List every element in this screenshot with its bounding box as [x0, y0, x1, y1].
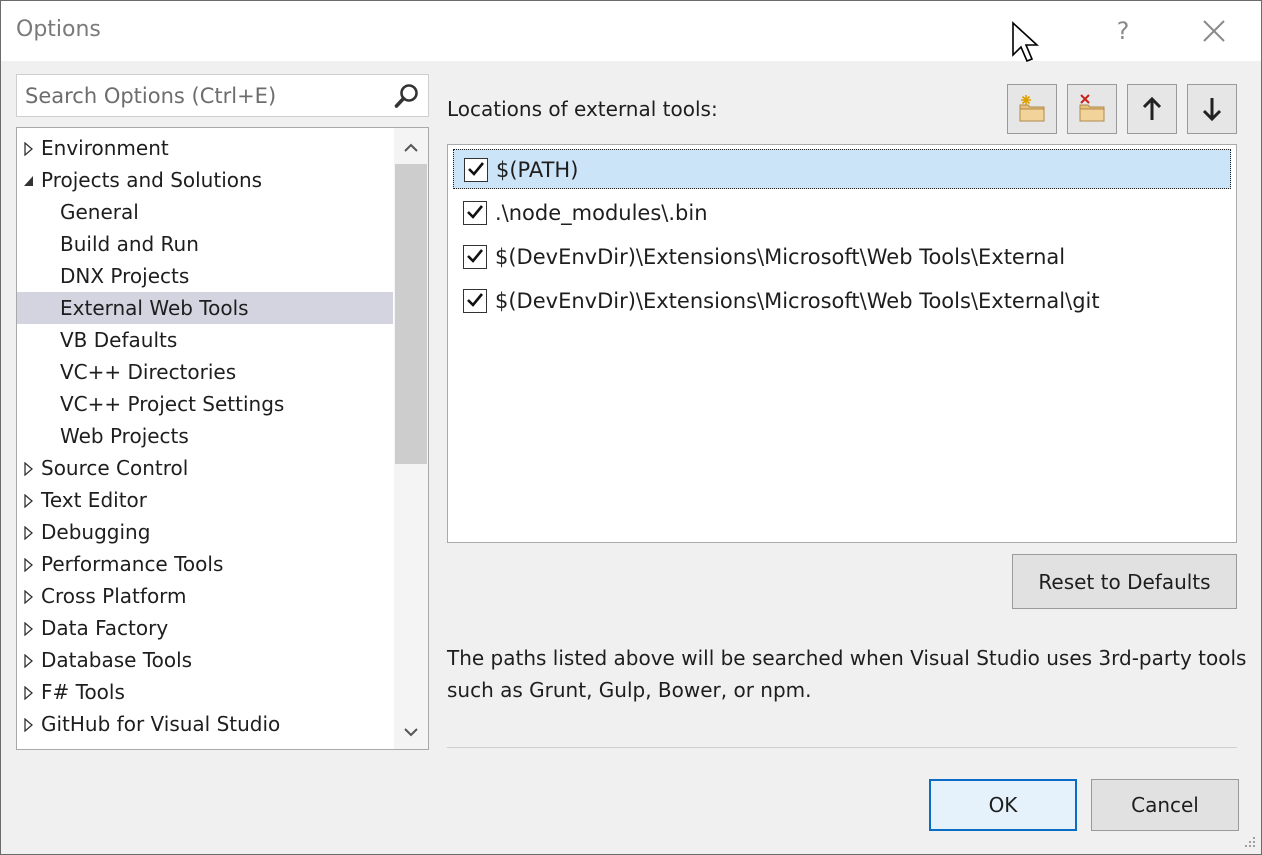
path-row[interactable]: $(DevEnvDir)\Extensions\Microsoft\Web To…	[453, 237, 1231, 277]
expand-arrow-icon[interactable]	[23, 142, 35, 156]
title-bar: Options ?	[1, 1, 1261, 63]
tree-item-label: Environment	[41, 136, 169, 160]
expand-arrow-icon[interactable]	[23, 590, 35, 604]
divider	[447, 747, 1237, 748]
close-icon	[1203, 20, 1225, 42]
scroll-thumb[interactable]	[395, 164, 427, 464]
checkmark-icon	[468, 162, 485, 176]
tree-item-label: General	[60, 200, 139, 224]
move-up-button[interactable]	[1127, 84, 1177, 134]
path-row[interactable]: $(DevEnvDir)\Extensions\Microsoft\Web To…	[453, 281, 1231, 321]
tree-item[interactable]: Projects and Solutions	[17, 164, 393, 196]
tree-item-label: VC++ Directories	[60, 360, 237, 384]
checkmark-icon	[467, 293, 484, 307]
tree-item[interactable]: Text Editor	[17, 484, 393, 516]
tree-item-label: Build and Run	[60, 232, 199, 256]
tree-item-label: VC++ Project Settings	[60, 392, 285, 416]
move-down-icon	[1202, 98, 1222, 122]
path-checkbox[interactable]	[463, 201, 487, 225]
tree-item[interactable]: Performance Tools	[17, 548, 393, 580]
tree-item[interactable]: Web Projects	[17, 420, 393, 452]
tree-item[interactable]: Data Factory	[17, 612, 393, 644]
move-up-icon	[1142, 96, 1162, 120]
tree-item[interactable]: Cross Platform	[17, 580, 393, 612]
tree-item[interactable]: External Web Tools	[17, 292, 393, 324]
ok-button[interactable]: OK	[929, 779, 1077, 831]
tree-item-label: Performance Tools	[41, 552, 224, 576]
tree-item[interactable]: GitHub for Visual Studio	[17, 708, 393, 740]
tree-item[interactable]: Debugging	[17, 516, 393, 548]
tree-item-label: Data Factory	[41, 616, 169, 640]
help-button[interactable]: ?	[1103, 9, 1143, 53]
collapse-arrow-icon[interactable]	[23, 174, 35, 188]
paths-list[interactable]: $(PATH) .\node_modules\.bin $(DevEnvDir)\E…	[447, 144, 1237, 543]
help-icon: ?	[1116, 17, 1130, 45]
locations-label: Locations of external tools:	[447, 97, 718, 121]
tree-item[interactable]: VC++ Project Settings	[17, 388, 393, 420]
path-text: $(DevEnvDir)\Extensions\Microsoft\Web To…	[495, 289, 1100, 313]
tree-item-label: Cross Platform	[41, 584, 187, 608]
tree-item-label: VB Defaults	[60, 328, 178, 352]
move-down-button[interactable]	[1187, 84, 1237, 134]
tree-item-label: Projects and Solutions	[41, 168, 263, 192]
scroll-down-button[interactable]	[394, 716, 428, 749]
tree-item-label: DNX Projects	[60, 264, 190, 288]
expand-arrow-icon[interactable]	[23, 718, 35, 732]
resize-grip-icon[interactable]	[1241, 833, 1257, 849]
chevron-down-icon	[404, 728, 418, 737]
new-folder-icon	[1019, 95, 1045, 122]
expand-arrow-icon[interactable]	[23, 526, 35, 540]
expand-arrow-icon[interactable]	[23, 462, 35, 476]
tree-item-label: Database Tools	[41, 648, 193, 672]
close-button[interactable]	[1193, 9, 1235, 53]
tree-item[interactable]: F# Tools	[17, 676, 393, 708]
tree-item[interactable]: Source Control	[17, 452, 393, 484]
tree-item[interactable]: General	[17, 196, 393, 228]
tree-item-label: Source Control	[41, 456, 189, 480]
tree-item-label: Debugging	[41, 520, 151, 544]
path-text: $(DevEnvDir)\Extensions\Microsoft\Web To…	[495, 245, 1066, 269]
expand-arrow-icon[interactable]	[23, 494, 35, 508]
path-checkbox[interactable]	[464, 158, 488, 182]
expand-arrow-icon[interactable]	[23, 686, 35, 700]
chevron-up-icon	[404, 143, 418, 152]
tree-item[interactable]: Database Tools	[17, 644, 393, 676]
scroll-up-button[interactable]	[394, 132, 428, 166]
expand-arrow-icon[interactable]	[23, 622, 35, 636]
description-text: The paths listed above will be searched …	[447, 646, 1247, 702]
expand-arrow-icon[interactable]	[23, 558, 35, 572]
path-row[interactable]: .\node_modules\.bin	[453, 193, 1231, 233]
tree-item-label: Web Projects	[60, 424, 189, 448]
remove-folder-button[interactable]	[1067, 84, 1117, 134]
delete-folder-icon	[1079, 94, 1105, 122]
cancel-button[interactable]: Cancel	[1091, 779, 1239, 831]
checkmark-icon	[467, 205, 484, 219]
tree-item-label: GitHub for Visual Studio	[41, 712, 281, 736]
expand-arrow-icon[interactable]	[23, 654, 35, 668]
mouse-cursor-icon	[1012, 21, 1039, 63]
tree-item-label: Text Editor	[41, 488, 147, 512]
tree-item-label: External Web Tools	[60, 296, 249, 320]
options-tree[interactable]: Environment Projects and Solutions General…	[16, 127, 429, 750]
new-folder-button[interactable]	[1007, 84, 1057, 134]
tree-item[interactable]: Environment	[17, 132, 393, 164]
path-checkbox[interactable]	[463, 289, 487, 313]
path-checkbox[interactable]	[463, 245, 487, 269]
path-row[interactable]: $(PATH)	[453, 149, 1231, 189]
search-box	[16, 74, 429, 117]
path-text: .\node_modules\.bin	[495, 201, 708, 225]
checkmark-icon	[467, 249, 484, 263]
tree-item[interactable]: VC++ Directories	[17, 356, 393, 388]
options-dialog: Options ? Environment Projects and Soluti…	[0, 0, 1262, 855]
tree-scrollbar[interactable]	[394, 128, 428, 749]
tree-item-label: F# Tools	[41, 680, 125, 704]
window-title: Options	[16, 17, 101, 42]
reset-to-defaults-button[interactable]: Reset to Defaults	[1012, 554, 1237, 609]
path-text: $(PATH)	[496, 158, 579, 182]
tree-item[interactable]: DNX Projects	[17, 260, 393, 292]
search-icon[interactable]	[394, 83, 420, 109]
tree-item[interactable]: Build and Run	[17, 228, 393, 260]
tree-item[interactable]: VB Defaults	[17, 324, 393, 356]
search-input[interactable]	[17, 75, 387, 116]
